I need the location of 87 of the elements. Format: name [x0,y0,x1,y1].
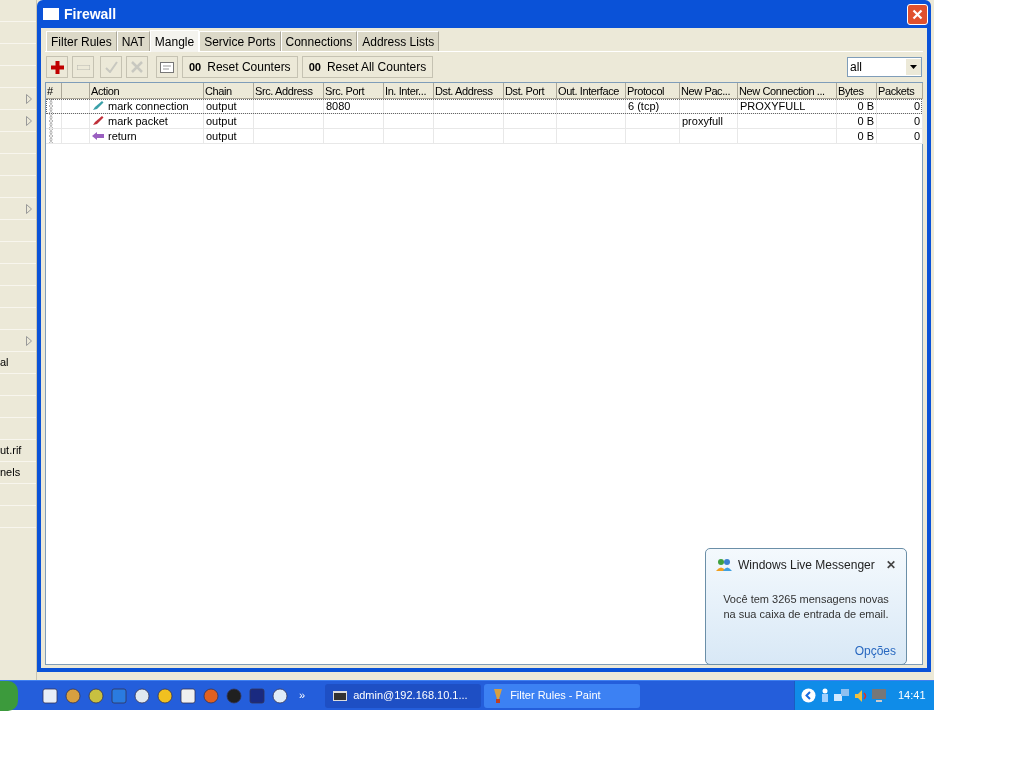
table-cell: 0 B [857,99,874,113]
note-icon [160,61,174,73]
column-header[interactable]: Chain [204,83,254,99]
clock: 14:41 [898,688,926,704]
monitor-icon[interactable] [872,688,886,703]
sidebar-item[interactable]: nels [0,462,36,484]
column-header[interactable]: Packets [877,83,923,99]
column-header[interactable] [62,83,90,99]
table-row[interactable]: mark connection output 8080 6 (tcp) PROXYFULL 0 B 0 [46,99,922,114]
table-cell: 0 B [857,129,874,143]
table-cell: 6 (tcp) [628,99,660,113]
launcher-icon[interactable] [42,687,58,704]
cross-icon [131,61,143,73]
close-icon [912,8,923,20]
messenger-icon [716,558,733,572]
launcher-icon[interactable] [226,687,242,704]
table-cell: return [108,129,137,143]
filter-dropdown[interactable]: all [847,57,922,77]
column-header[interactable]: Dst. Address [434,83,504,99]
tab[interactable]: Filter Rules [46,31,117,51]
column-header[interactable]: New Connection ... [738,83,837,99]
sidebar-item[interactable]: ut.rif [0,440,36,462]
table-cell: proxyfull [682,114,723,128]
table-cell: output [206,114,237,128]
table-cell: 0 [913,114,920,128]
column-header[interactable]: Out. Interface [557,83,626,99]
column-header[interactable]: Bytes [837,83,877,99]
start-button[interactable] [0,680,18,711]
table-cell: 0 [913,99,920,113]
close-button[interactable]: ✕ [886,556,896,574]
taskbar-button[interactable]: Filter Rules - Paint [484,683,641,708]
column-header[interactable]: Src. Port [324,83,384,99]
launcher-icon[interactable] [180,687,196,704]
reset-counters-button[interactable]: 00 Reset Counters [182,56,298,78]
launcher-icon[interactable] [272,687,288,704]
table-cell: output [206,99,237,113]
tab[interactable]: Mangle [149,30,200,52]
pencil-icon [92,116,104,126]
sidebar-item[interactable]: al [0,352,36,374]
add-button[interactable] [46,56,68,78]
network-icon[interactable] [834,688,850,703]
counter-icon: 00 [308,58,321,76]
tab[interactable]: NAT [116,31,150,51]
table-row[interactable]: return output 0 B 0 [46,129,922,144]
minus-icon [76,64,90,70]
tab[interactable]: Address Lists [357,31,440,51]
speaker-icon[interactable] [854,688,868,703]
more-button[interactable]: » [299,687,306,704]
column-header[interactable]: Dst. Port [504,83,557,99]
terminal-icon [333,690,348,701]
window-title: Firewall [64,4,117,24]
check-icon [104,61,118,73]
plus-icon [50,60,64,74]
launcher-icon[interactable] [88,687,104,704]
column-header[interactable]: Action [90,83,204,99]
tab[interactable]: Service Ports [199,31,281,51]
notification-message: Você tem 3265 mensagens novas na sua caixa de entrada de email. [722,592,890,622]
column-header[interactable]: In. Inter... [384,83,434,99]
table-cell: mark connection [108,99,189,113]
column-header[interactable]: Protocol [626,83,680,99]
notification-title: Windows Live Messenger [738,557,875,574]
column-header[interactable]: New Pac... [680,83,738,99]
table-cell: 0 [913,129,920,143]
window-icon [43,8,59,20]
table-cell: 8080 [326,99,351,113]
counter-icon: 00 [189,58,202,76]
table-cell: PROXYFULL [740,99,806,113]
brush-icon [492,688,505,703]
tab[interactable]: Connections [280,31,358,51]
launcher-icon[interactable] [134,687,150,704]
table-cell: output [206,129,237,143]
launcher-icon[interactable] [157,687,173,704]
pencil-icon [92,101,104,111]
table-row[interactable]: mark packet output proxyfull 0 B 0 [46,114,922,129]
arrow-icon [92,132,104,140]
column-header[interactable]: Src. Address [254,83,324,99]
table-cell: mark packet [108,114,168,128]
reset-counters-button[interactable]: 00 Reset All Counters [301,56,434,78]
column-header[interactable]: # [46,83,62,99]
close-button[interactable] [907,3,928,25]
comment-button[interactable] [156,56,178,78]
table-cell: 0 B [857,114,874,128]
person-icon[interactable] [820,688,830,703]
taskbar-button[interactable]: admin@192.168.10.1... [325,683,482,708]
options-link[interactable]: Opções [854,642,896,660]
chevron-icon[interactable] [801,688,816,703]
launcher-icon[interactable] [65,687,81,704]
